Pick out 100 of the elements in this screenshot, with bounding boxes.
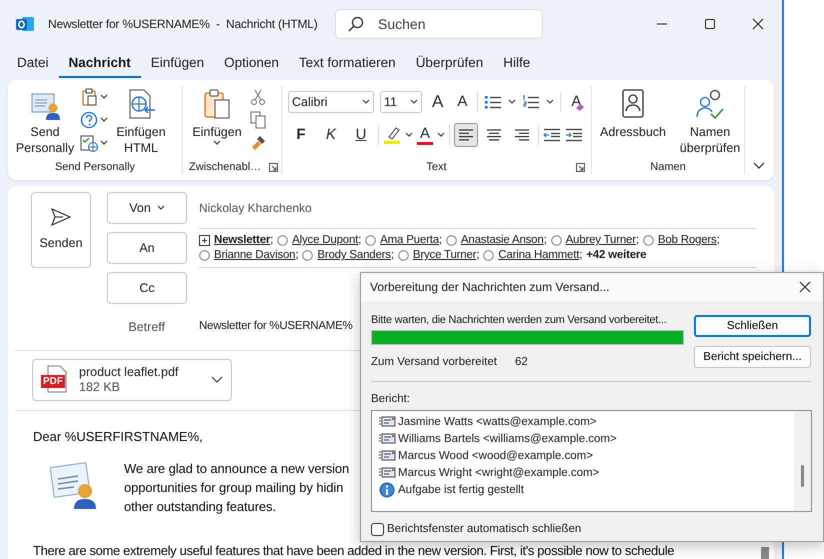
dialog-launcher-icon[interactable] [269, 163, 278, 172]
recipient-name[interactable]: Carina Hammett [498, 248, 580, 263]
font-size-select[interactable]: 11 [380, 91, 422, 113]
separator: ; [390, 248, 394, 263]
contact-card-icon [378, 450, 396, 462]
align-center-icon [486, 128, 502, 142]
expand-group-icon[interactable] [199, 235, 210, 246]
from-button[interactable]: Von [107, 192, 187, 224]
format-button[interactable]: F [288, 125, 314, 145]
align-right-icon [514, 128, 530, 142]
copy-icon[interactable] [249, 111, 267, 129]
maximize-icon[interactable] [704, 18, 716, 30]
contact-status-icon [302, 250, 314, 261]
caret-icon[interactable] [100, 140, 108, 146]
check-names-button[interactable]: Namen überprüfen [678, 86, 742, 158]
font-select[interactable]: Calibri [288, 91, 374, 113]
caret-icon[interactable] [362, 99, 370, 105]
paragraph-line: We are glad to announce a new version [124, 460, 350, 478]
recipient-name[interactable]: Aubrey Turner [566, 233, 636, 248]
decrease-indent-icon[interactable] [543, 128, 562, 142]
menu-tab[interactable]: Text formatieren [288, 48, 406, 78]
menu-tab[interactable]: Datei [7, 48, 59, 78]
format-button[interactable]: U [348, 125, 374, 145]
caret-icon[interactable] [405, 132, 413, 138]
search-icon [348, 16, 364, 32]
dialog-button[interactable]: Bericht speichern... [694, 346, 811, 368]
recipient-group[interactable]: Newsletter [214, 233, 270, 248]
caret-icon[interactable] [410, 99, 418, 105]
recipient-name[interactable]: Alyce Dupont [292, 233, 358, 248]
subject-label: Betreff [127, 318, 166, 336]
clipboard-icon[interactable] [80, 88, 98, 106]
dialog-title: Vorbereitung der Nachrichten zum Versand... [370, 280, 610, 294]
checkbox[interactable] [371, 522, 384, 536]
caret-icon[interactable] [508, 99, 516, 105]
send-personally-button[interactable]: Send Personally [14, 86, 76, 158]
contact-status-icon [277, 235, 288, 246]
recipient-name[interactable]: Brody Sanders [317, 248, 391, 263]
menu-tab[interactable]: Nachricht [58, 48, 141, 78]
contact-status-icon [642, 235, 654, 246]
info-icon [378, 482, 396, 498]
align-left-button[interactable] [454, 123, 478, 147]
menu-tab[interactable]: Hilfe [493, 48, 540, 78]
close-icon[interactable] [799, 281, 811, 293]
highlighter-icon[interactable] [383, 126, 401, 144]
caret-icon[interactable] [213, 140, 221, 146]
scrollbar-thumb[interactable] [801, 465, 804, 487]
recipient-name[interactable]: Bryce Turner [412, 248, 476, 263]
search-input[interactable]: Suchen [376, 12, 526, 36]
group-label: Text [426, 161, 447, 173]
contact-status-icon [446, 235, 457, 246]
menu-tab[interactable]: Einfügen [140, 48, 214, 78]
send-button[interactable]: Senden [31, 192, 91, 268]
paste-button[interactable]: Einfügen [189, 86, 245, 152]
report-entry: Jasmine Watts <watts@example.com> [398, 414, 597, 428]
caret-icon[interactable] [211, 376, 223, 384]
separator: ; [716, 233, 720, 248]
dialog-launcher-icon[interactable] [576, 163, 585, 172]
scissors-icon[interactable] [249, 88, 267, 106]
to-button[interactable]: An [107, 232, 187, 264]
contact-status-icon [483, 250, 494, 261]
bullet-list-icon[interactable] [484, 94, 502, 110]
dialog-button[interactable]: Schließen [694, 315, 811, 337]
recipient-name[interactable]: Brianne Davison [214, 248, 296, 263]
search-field[interactable]: Suchen [335, 9, 543, 39]
increase-indent-icon[interactable] [565, 128, 584, 142]
attachment-card[interactable]: PDF product leaflet.pdf 182 KB [32, 359, 232, 401]
format-button[interactable]: K [318, 125, 344, 145]
contact-card-icon [378, 466, 396, 478]
cc-button[interactable]: Cc [107, 272, 187, 304]
caret-icon[interactable] [100, 94, 108, 100]
caret-icon[interactable] [100, 117, 108, 123]
help-icon[interactable] [80, 111, 98, 129]
insert-html-button[interactable]: Einfügen HTML [112, 86, 170, 158]
close-icon[interactable] [752, 18, 764, 30]
checklist-globe-icon[interactable] [80, 134, 98, 152]
count-value: 62 [515, 355, 528, 369]
shrink-font-button[interactable]: A [453, 92, 472, 112]
font-color-button[interactable]: A [417, 126, 434, 144]
address-book-button[interactable]: Adressbuch [598, 86, 668, 142]
numbered-list-icon[interactable] [522, 94, 540, 110]
status-text: Bitte warten, die Nachrichten werden zum Versand vorbereitet... [371, 313, 668, 327]
contact-card-icon [378, 432, 396, 444]
separator: ; [270, 233, 274, 248]
menu-tab[interactable]: Überprüfen [406, 48, 494, 78]
checkbox-label: Berichtsfenster automatisch schließen [387, 522, 582, 536]
subject-field[interactable]: Newsletter for %USERNAME% [199, 318, 353, 336]
more-recipients-link[interactable]: +42 weitere [586, 248, 646, 263]
recipient-name[interactable]: Anastasie Anson [460, 233, 544, 248]
grow-font-button[interactable]: A [428, 92, 448, 112]
caret-icon[interactable] [546, 99, 554, 105]
scrollbar-thumb[interactable] [761, 547, 769, 559]
caret-icon[interactable] [437, 132, 446, 138]
menu-tab[interactable]: Optionen [214, 48, 289, 78]
recipient-name[interactable]: Bob Rogers [658, 233, 717, 248]
collapse-ribbon-icon[interactable] [753, 162, 765, 170]
separator: ; [358, 233, 362, 248]
caret-icon[interactable] [156, 205, 165, 211]
group-label: Send Personally [54, 161, 136, 173]
recipient-name[interactable]: Ama Puerta [380, 233, 439, 248]
separator: ; [636, 233, 639, 248]
